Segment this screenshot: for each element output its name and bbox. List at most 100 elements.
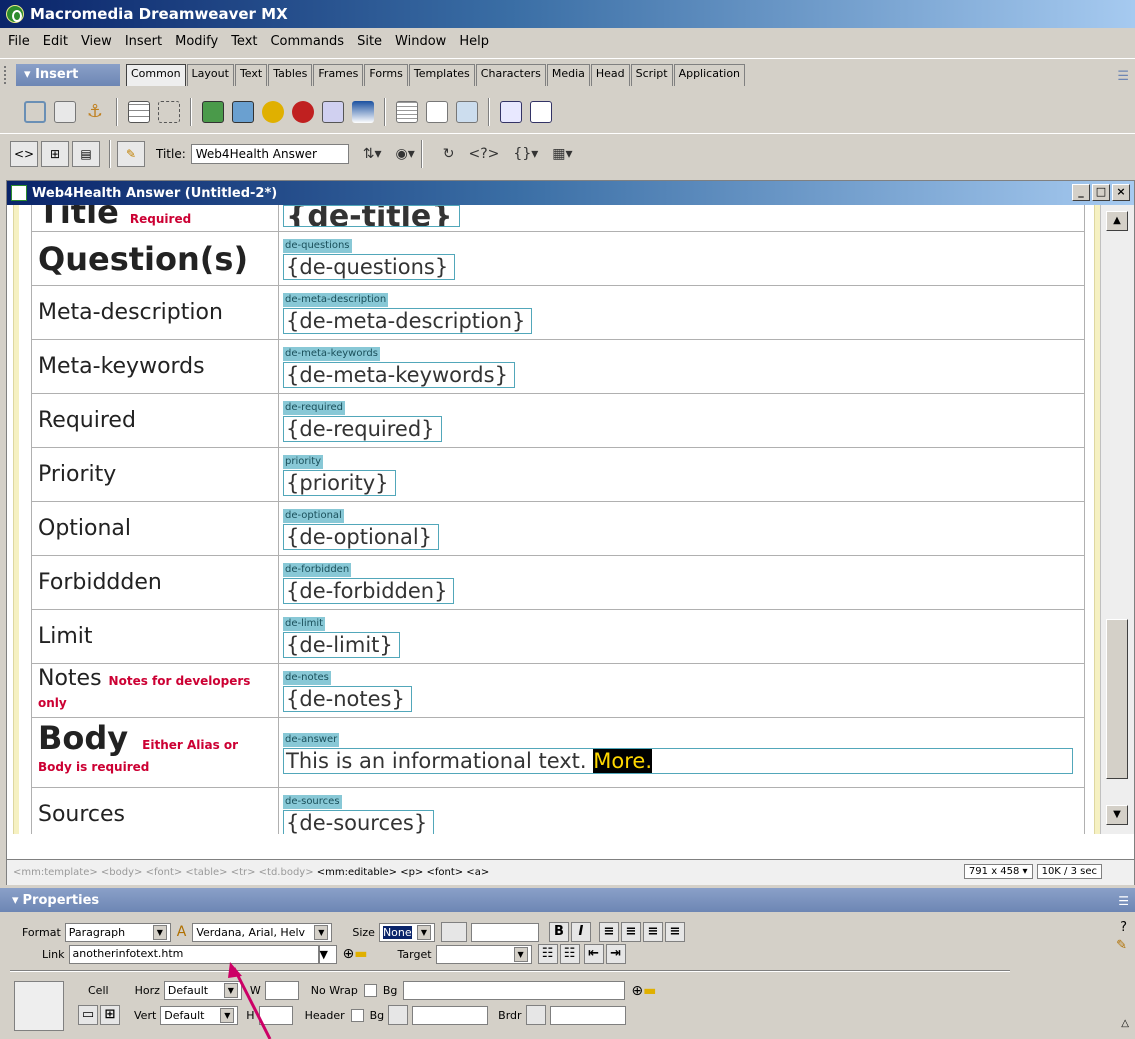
link-input[interactable]: anotherinfotext.htm — [68, 944, 319, 964]
flash-icon[interactable] — [262, 101, 284, 123]
menu-view[interactable]: View — [81, 34, 112, 49]
bg-color-swatch[interactable] — [388, 1005, 409, 1025]
bg-image-input[interactable] — [403, 981, 626, 1000]
tab-frames[interactable]: Frames — [313, 64, 364, 86]
file-management-icon[interactable]: ⇅▾ — [363, 146, 382, 162]
page-title-input[interactable]: Web4Health Answer — [190, 143, 349, 164]
scroll-up-icon[interactable]: ▲ — [1106, 211, 1128, 231]
design-view-button[interactable]: ▤ — [72, 140, 100, 167]
hyperlink-icon[interactable] — [24, 101, 46, 123]
panel-options-icon[interactable]: ☰ — [1117, 69, 1129, 84]
border-color-input[interactable] — [549, 1005, 626, 1025]
tag-path-inactive[interactable]: <mm:template> <body> <font> <table> <tr>… — [13, 867, 314, 878]
window-size-menu[interactable]: 791 x 458 ▾ — [963, 864, 1033, 879]
insert-panel-label[interactable]: ▾ Insert — [16, 64, 120, 86]
point-to-file-icon[interactable]: ⊕ — [631, 983, 643, 999]
editable-region[interactable]: {de-notes} — [283, 686, 412, 712]
layer-icon[interactable] — [158, 101, 180, 123]
format-select[interactable]: Paragraph ▼ — [64, 922, 171, 942]
email-link-icon[interactable] — [54, 101, 76, 123]
named-anchor-icon[interactable]: ⚓ — [84, 101, 106, 123]
editable-cell[interactable]: priority {priority} — [278, 447, 1085, 502]
tabular-data-icon[interactable] — [456, 101, 478, 123]
more-link[interactable]: More. — [593, 749, 653, 773]
scroll-thumb[interactable] — [1106, 619, 1128, 779]
tab-forms[interactable]: Forms — [364, 64, 408, 86]
panel-options-icon[interactable]: ☰ — [1118, 894, 1129, 908]
horizontal-rule-icon[interactable] — [396, 101, 418, 123]
menu-modify[interactable]: Modify — [175, 34, 218, 49]
maximize-icon[interactable]: □ — [1092, 184, 1110, 201]
editable-cell[interactable]: de-notes {de-notes} — [278, 663, 1085, 718]
indent-icon[interactable]: ⇥ — [605, 944, 626, 964]
tab-media[interactable]: Media — [546, 64, 590, 86]
browse-folder-icon[interactable]: ▬ — [354, 946, 367, 962]
text-color-swatch[interactable] — [440, 922, 467, 942]
menu-window[interactable]: Window — [395, 34, 446, 49]
editable-cell[interactable]: de-questions {de-questions} — [278, 231, 1085, 286]
point-to-file-icon[interactable]: ⊕ — [343, 946, 355, 962]
menu-file[interactable]: File — [8, 34, 30, 49]
view-options-icon[interactable]: ▦▾ — [552, 146, 572, 162]
font-select[interactable]: Verdana, Arial, Helv ▼ — [192, 922, 333, 942]
editable-region[interactable]: {de-required} — [283, 416, 442, 442]
italic-button[interactable]: I — [570, 922, 591, 942]
editable-cell[interactable]: de-required {de-required} — [278, 393, 1085, 448]
refresh-icon[interactable]: ↻ — [443, 146, 455, 162]
expand-panel-icon[interactable]: △ — [1121, 1018, 1129, 1029]
panel-grip-icon[interactable] — [4, 66, 12, 84]
tag-path-active[interactable]: <mm:editable> <p> <font> <a> — [317, 867, 489, 878]
scroll-down-icon[interactable]: ▼ — [1106, 805, 1128, 825]
fireworks-html-icon[interactable] — [352, 101, 374, 123]
ordered-list-icon[interactable]: ☷ — [559, 944, 580, 964]
menu-text[interactable]: Text — [231, 34, 257, 49]
menu-site[interactable]: Site — [357, 34, 382, 49]
header-checkbox[interactable] — [350, 1008, 364, 1022]
tab-characters[interactable]: Characters — [475, 64, 546, 86]
nowrap-checkbox[interactable] — [363, 984, 377, 997]
editable-region[interactable]: {de-sources} — [283, 810, 435, 834]
menu-commands[interactable]: Commands — [270, 34, 344, 49]
minimize-icon[interactable]: _ — [1072, 184, 1090, 201]
split-view-button[interactable]: ⊞ — [41, 140, 69, 167]
reference-icon[interactable]: <?> — [469, 146, 500, 162]
shockwave-icon[interactable] — [292, 101, 314, 123]
image-icon[interactable] — [202, 101, 224, 123]
text-color-input[interactable] — [470, 922, 539, 942]
tab-layout[interactable]: Layout — [186, 64, 234, 86]
editable-cell[interactable]: de-optional {de-optional} — [278, 501, 1085, 556]
live-data-icon[interactable]: ✎ — [117, 140, 145, 167]
align-center-icon[interactable]: ≡ — [620, 922, 641, 942]
design-canvas[interactable]: Title Required {de-title} Question(s) de… — [7, 205, 1100, 834]
rollover-image-icon[interactable] — [232, 101, 254, 123]
tab-tables[interactable]: Tables — [268, 64, 313, 86]
justify-icon[interactable]: ≡ — [664, 922, 685, 942]
bg-color-input[interactable] — [412, 1005, 489, 1025]
editable-cell[interactable]: {de-title} — [278, 205, 1085, 232]
link-dropdown[interactable]: ▼ — [318, 944, 337, 964]
menu-insert[interactable]: Insert — [125, 34, 162, 49]
tab-head[interactable]: Head — [590, 64, 630, 86]
bold-button[interactable]: B — [548, 922, 569, 942]
editable-region[interactable]: {de-meta-keywords} — [283, 362, 515, 388]
editable-cell[interactable]: de-meta-keywords {de-meta-keywords} — [278, 339, 1085, 394]
tab-application[interactable]: Application — [673, 64, 746, 86]
editable-region[interactable]: {de-limit} — [283, 632, 400, 658]
editable-region[interactable]: {de-forbidden} — [283, 578, 455, 604]
align-right-icon[interactable]: ≡ — [642, 922, 663, 942]
editable-cell[interactable]: de-forbidden {de-forbidden} — [278, 555, 1085, 610]
border-color-swatch[interactable] — [525, 1005, 546, 1025]
css-style-icon[interactable]: A — [177, 924, 187, 940]
close-icon[interactable]: × — [1112, 184, 1130, 201]
unordered-list-icon[interactable]: ☷ — [537, 944, 558, 964]
tab-templates[interactable]: Templates — [408, 64, 475, 86]
properties-header[interactable]: ▾ Properties — [0, 888, 1135, 912]
tab-script[interactable]: Script — [630, 64, 673, 86]
menu-edit[interactable]: Edit — [43, 34, 68, 49]
align-left-icon[interactable]: ≡ — [598, 922, 619, 942]
split-cell-icon[interactable]: ⊞ — [100, 1005, 120, 1025]
menu-help[interactable]: Help — [459, 34, 489, 49]
code-navigation-icon[interactable]: {}▾ — [513, 146, 538, 162]
editable-region[interactable]: {de-title} — [283, 205, 460, 227]
quick-tag-editor-icon[interactable]: ✎ — [1116, 938, 1127, 953]
